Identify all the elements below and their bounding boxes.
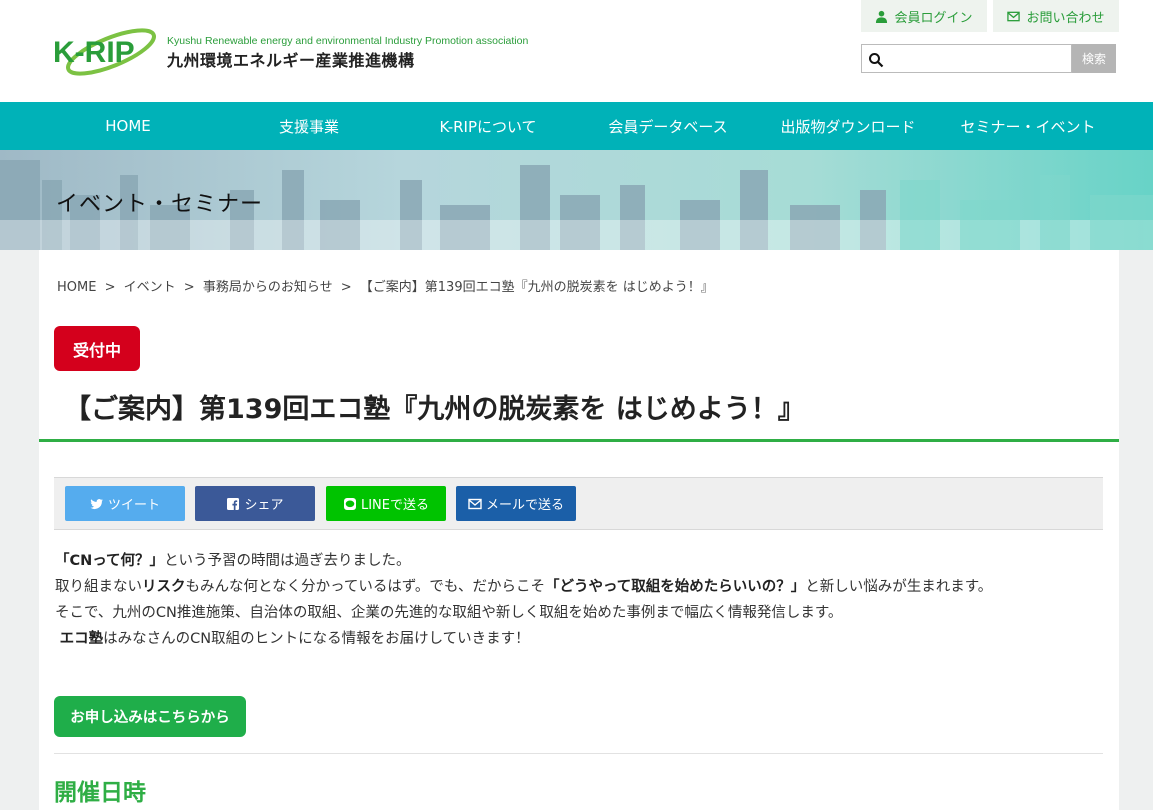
breadcrumb-separator: > xyxy=(104,280,116,295)
line-share-button[interactable]: LINEで送る xyxy=(326,486,446,521)
breadcrumb-event[interactable]: イベント xyxy=(124,280,176,295)
nav-item-home[interactable]: HOME xyxy=(48,102,208,150)
tweet-button[interactable]: ツイート xyxy=(65,486,185,521)
intro-emphasis: リスク xyxy=(142,579,186,595)
mail-share-label: メールで送る xyxy=(485,498,564,513)
twitter-bird-icon xyxy=(90,498,103,509)
search-input[interactable] xyxy=(861,44,1072,73)
intro-text-fragment: という予習の時間は過ぎ去りました。 xyxy=(164,553,411,569)
facebook-share-label: シェア xyxy=(244,498,284,513)
hero-title: イベント・セミナー xyxy=(56,192,264,217)
section-divider xyxy=(54,753,1103,754)
nav-item-support[interactable]: 支援事業 xyxy=(229,102,389,150)
nav-item-about[interactable]: K-RIPについて xyxy=(408,102,568,150)
title-underline xyxy=(39,439,1119,442)
breadcrumb-separator: > xyxy=(340,280,352,295)
main-nav: HOME 支援事業 K-RIPについて 会員データベース 出版物ダウンロード セ… xyxy=(0,102,1153,150)
intro-line: エコ塾はみなさんのCN取組のヒントになる情報をお届けしていきます！ xyxy=(55,626,1115,652)
tweet-label: ツイート xyxy=(107,498,160,513)
breadcrumb-office-news[interactable]: 事務局からのお知らせ xyxy=(203,280,333,295)
breadcrumb-separator: > xyxy=(183,280,195,295)
intro-emphasis: 「どうやって取組を始めたらいいの？」 xyxy=(544,579,806,595)
intro-emphasis: 「CNって何？」 xyxy=(55,553,165,569)
member-login-button[interactable]: 会員ログイン xyxy=(861,0,987,32)
breadcrumb-current: 【ご案内】第139回エコ塾『九州の脱炭素を はじめよう！』 xyxy=(359,280,714,295)
org-name-en: Kyushu Renewable energy and environmenta… xyxy=(167,35,529,47)
user-icon xyxy=(876,10,888,23)
svg-text:K-RIP: K-RIP xyxy=(53,36,135,69)
breadcrumb: HOME > イベント > 事務局からのお知らせ > 【ご案内】第139回エコ塾… xyxy=(55,276,716,295)
line-share-label: LINEで送る xyxy=(360,498,429,513)
page-title: 【ご案内】第139回エコ塾『九州の脱炭素を はじめよう！』 xyxy=(64,394,805,425)
intro-emphasis: エコ塾 xyxy=(59,631,104,647)
contact-button[interactable]: お問い合わせ xyxy=(993,0,1119,32)
mail-share-button[interactable]: メールで送る xyxy=(456,486,576,521)
line-icon xyxy=(343,497,356,510)
facebook-icon xyxy=(227,497,240,510)
intro-text-fragment: と新しい悩みが生まれます。 xyxy=(805,579,993,595)
facebook-share-button[interactable]: シェア xyxy=(195,486,315,521)
site-header: K-RIP Kyushu Renewable energy and enviro… xyxy=(0,0,1153,102)
envelope-icon xyxy=(468,498,482,509)
apply-button[interactable]: お申し込みはこちらから xyxy=(54,696,246,737)
intro-text-fragment: 取り組まない xyxy=(55,579,142,595)
intro-line: そこで、九州のCN推進施策、自治体の取組、企業の先進的な取組や新しく取組を始めた… xyxy=(55,605,843,621)
contact-label: お問い合わせ xyxy=(1026,10,1105,26)
krip-logo[interactable]: K-RIP xyxy=(53,24,161,80)
nav-item-member-db[interactable]: 会員データベース xyxy=(588,102,748,150)
breadcrumb-home[interactable]: HOME xyxy=(57,280,96,295)
search-button[interactable]: 検索 xyxy=(1072,44,1116,73)
intro-text-fragment: はみなさんのCN取組のヒントになる情報をお届けしていきます！ xyxy=(103,631,530,647)
envelope-icon xyxy=(1007,11,1021,21)
nav-item-seminar[interactable]: セミナー・イベント xyxy=(948,102,1108,150)
status-badge: 受付中 xyxy=(54,326,140,371)
member-login-label: 会員ログイン xyxy=(894,10,973,26)
search-icon xyxy=(869,53,884,68)
intro-text: 「CNって何？」という予習の時間は過ぎ去りました。 取り組まないリスクもみんな何… xyxy=(55,548,1115,652)
nav-item-publications[interactable]: 出版物ダウンロード xyxy=(768,102,928,150)
intro-line: 取り組まないリスクもみんな何となく分かっているはず。でも、だからこそ「どうやって… xyxy=(55,574,1115,600)
intro-text-fragment: もみんな何となく分かっているはず。でも、だからこそ xyxy=(185,579,545,595)
org-name-ja: 九州環境エネルギー産業推進機構 xyxy=(167,51,415,70)
intro-line: 「CNって何？」という予習の時間は過ぎ去りました。 xyxy=(55,548,1115,574)
section-title-date: 開催日時 xyxy=(54,780,146,806)
